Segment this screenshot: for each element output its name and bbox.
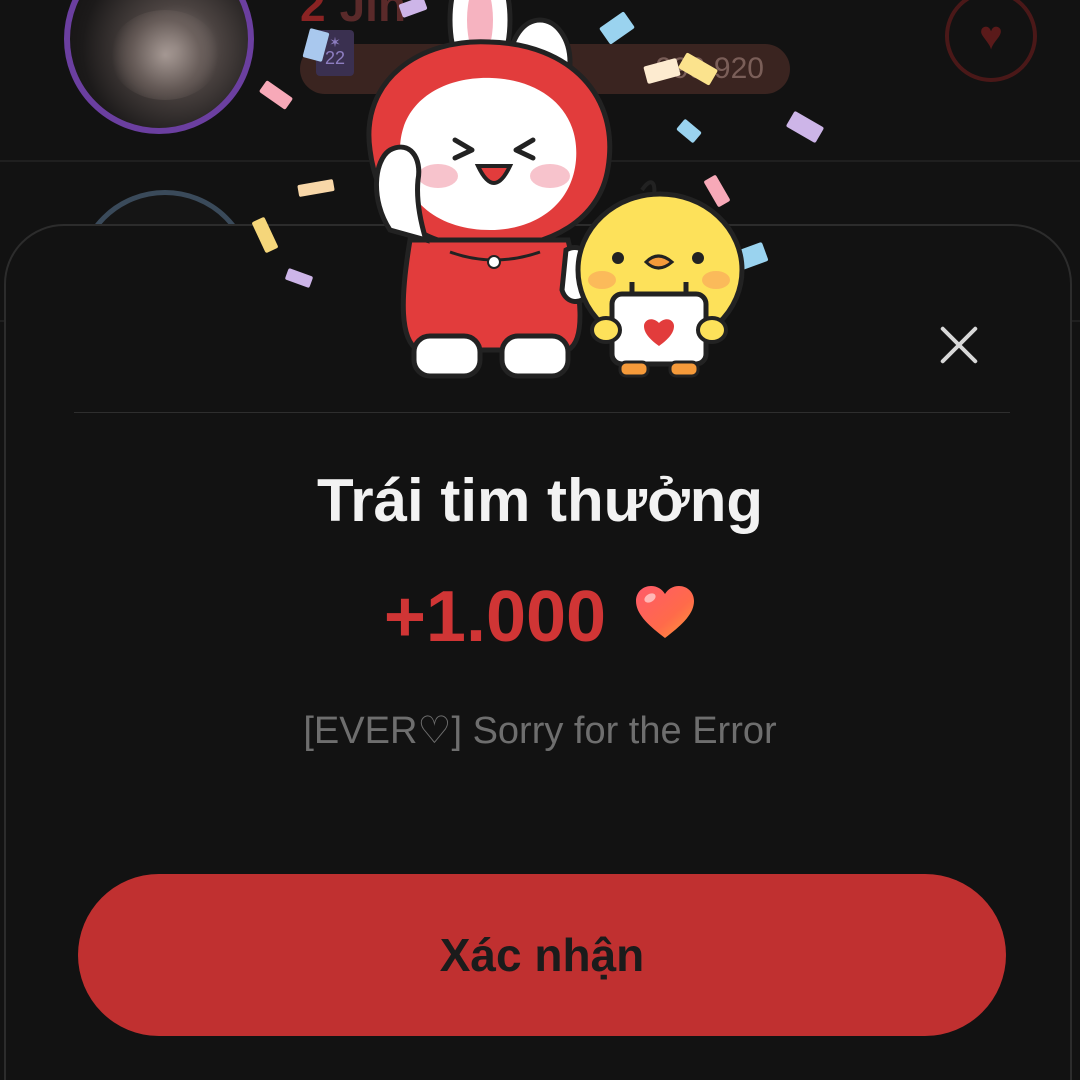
screen: 2Jin 999.920 22 ♥ Trái tim thưởng +1.000 bbox=[0, 0, 1080, 1080]
divider bbox=[74, 412, 1010, 413]
rabbit bbox=[366, 0, 613, 379]
reward-message: [EVER♡] Sorry for the Error bbox=[303, 710, 777, 752]
reward-amount: +1.000 bbox=[383, 577, 607, 657]
confirm-button[interactable]: Xác nhận bbox=[78, 874, 1006, 1036]
reward-amount-row: +1.000 bbox=[6, 576, 1074, 658]
modal-title: Trái tim thưởng bbox=[316, 467, 764, 534]
mascot-illustration bbox=[252, 0, 824, 379]
heart-icon bbox=[634, 575, 696, 657]
chick bbox=[575, 180, 745, 378]
heart-icon[interactable]: ♥ bbox=[945, 0, 1037, 82]
close-icon[interactable] bbox=[930, 316, 988, 374]
avatar bbox=[64, 0, 254, 134]
